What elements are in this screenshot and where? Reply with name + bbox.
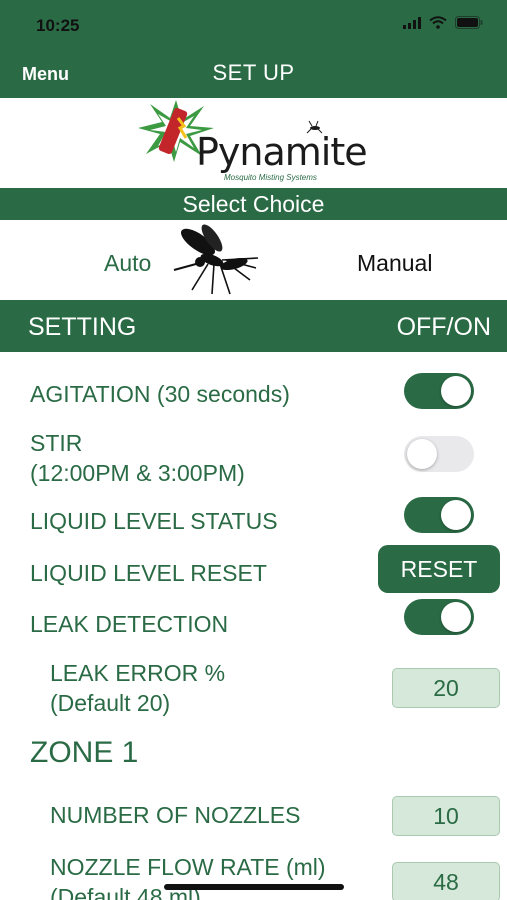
- wifi-icon: [429, 16, 447, 34]
- reset-button[interactable]: RESET: [378, 545, 500, 593]
- leak-error-input[interactable]: 20: [392, 668, 500, 708]
- stir-label: STIR: [30, 430, 83, 456]
- liquid-level-status-label: LIQUID LEVEL STATUS: [30, 508, 278, 534]
- leak-error-label: LEAK ERROR %: [50, 660, 226, 686]
- mosquito-icon: [172, 224, 264, 301]
- liquid-level-reset-label: LIQUID LEVEL RESET: [30, 560, 267, 586]
- toggle-knob: [441, 500, 471, 530]
- leak-detection-toggle[interactable]: [404, 599, 474, 635]
- settings-header: SETTING OFF/ON: [0, 300, 507, 352]
- agitation-toggle[interactable]: [404, 373, 474, 409]
- stir-time-label: (12:00PM & 3:00PM): [30, 460, 245, 486]
- nozzle-flow-rate-input[interactable]: 48: [392, 862, 500, 900]
- battery-icon: [455, 16, 483, 34]
- auto-mode-button[interactable]: Auto: [104, 250, 151, 277]
- nav-bar: Menu SET UP: [0, 46, 507, 98]
- number-of-nozzles-label: NUMBER OF NOZZLES: [50, 802, 301, 828]
- logo-wordmark: Pynamite: [196, 130, 368, 174]
- agitation-label: AGITATION (30 seconds): [30, 381, 290, 407]
- leak-detection-label: LEAK DETECTION: [30, 611, 229, 637]
- home-indicator[interactable]: [164, 884, 344, 890]
- number-of-nozzles-input[interactable]: 10: [392, 796, 500, 836]
- status-bar: 10:25: [0, 0, 507, 46]
- nozzle-flow-rate-label: NOZZLE FLOW RATE (ml): [50, 854, 326, 880]
- manual-mode-button[interactable]: Manual: [357, 250, 432, 277]
- leak-error-default-label: (Default 20): [50, 690, 171, 716]
- logo-area: Pynamite Mosquito Misting Systems: [0, 98, 507, 188]
- mode-selector: Auto Manual: [0, 220, 507, 300]
- zone-title: ZONE 1: [30, 736, 139, 769]
- cellular-signal-icon: [403, 16, 421, 34]
- logo-subtitle: Mosquito Misting Systems: [224, 173, 317, 182]
- settings-header-toggle-label: OFF/ON: [396, 313, 491, 341]
- status-time: 10:25: [36, 16, 80, 35]
- select-choice-title: Select Choice: [0, 188, 507, 220]
- settings-header-label: SETTING: [28, 313, 137, 341]
- toggle-knob: [441, 376, 471, 406]
- toggle-knob: [441, 602, 471, 632]
- status-icons: [403, 16, 483, 34]
- toggle-knob: [407, 439, 437, 469]
- page-title: SET UP: [212, 60, 295, 85]
- stir-toggle[interactable]: [404, 436, 474, 472]
- liquid-level-status-toggle[interactable]: [404, 497, 474, 533]
